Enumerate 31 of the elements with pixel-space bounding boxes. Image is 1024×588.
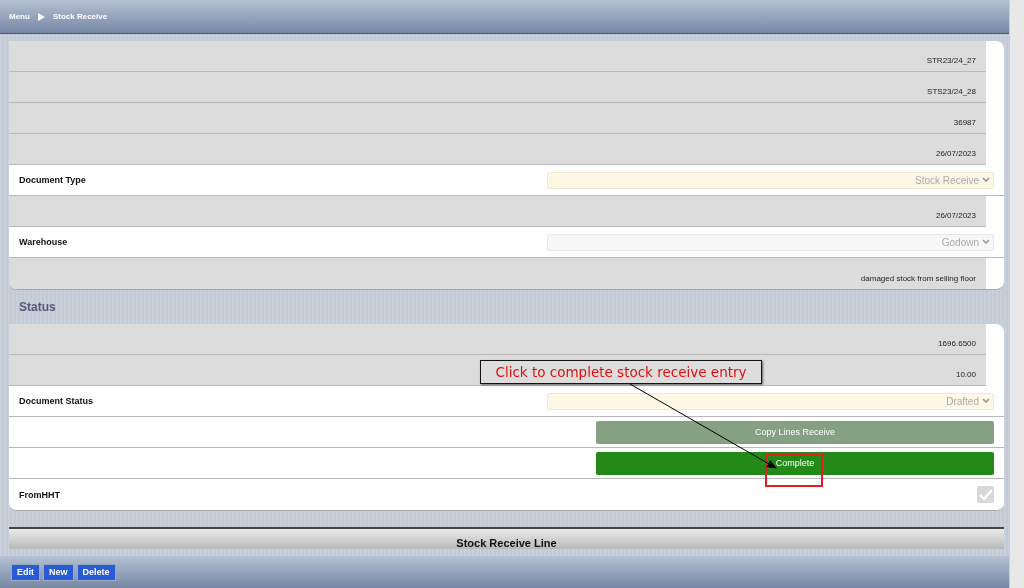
field-label: FromHHT: [19, 489, 60, 500]
field-label: Document Status: [19, 396, 93, 406]
triangle-right-icon: [37, 12, 45, 21]
breadcrumb-link[interactable]: Menu: [9, 12, 30, 21]
section-title: Status: [19, 300, 56, 314]
chevron-down-icon: [982, 398, 990, 404]
toolbar-button[interactable]: Delete: [76, 563, 116, 581]
field-value: 26/07/2023: [935, 211, 976, 220]
scrollbar[interactable]: [1009, 0, 1024, 588]
action-button[interactable]: Complete: [596, 451, 994, 475]
select-field[interactable]: Drafted: [547, 392, 994, 410]
field-label: Document Type: [19, 175, 86, 185]
highlight-rectangle: [765, 454, 823, 487]
field-value: damaged stock from selling floor: [860, 274, 976, 283]
field-value: 26/07/2023: [935, 149, 976, 158]
field-value: 1696.6500: [938, 339, 976, 348]
tab-bar[interactable]: Stock Receive Line: [9, 529, 1004, 549]
select-field[interactable]: Stock Receive: [547, 171, 994, 189]
field-value: 10.00: [955, 370, 976, 379]
toolbar-button[interactable]: Edit: [11, 563, 40, 581]
chevron-down-icon: [982, 177, 990, 183]
chevron-down-icon: [982, 239, 990, 245]
checkbox[interactable]: [977, 486, 994, 503]
field-label: Warehouse: [19, 237, 68, 247]
select-field[interactable]: Godown: [547, 233, 994, 251]
field-value: 36987: [953, 118, 976, 127]
toolbar-button[interactable]: New: [43, 563, 74, 581]
field-value: STR23/24_27: [926, 56, 976, 65]
field-value: STS23/24_28: [927, 87, 976, 96]
annotation-callout: Click to complete stock receive entry: [480, 360, 762, 384]
breadcrumb-link[interactable]: Stock Receive: [52, 12, 108, 21]
